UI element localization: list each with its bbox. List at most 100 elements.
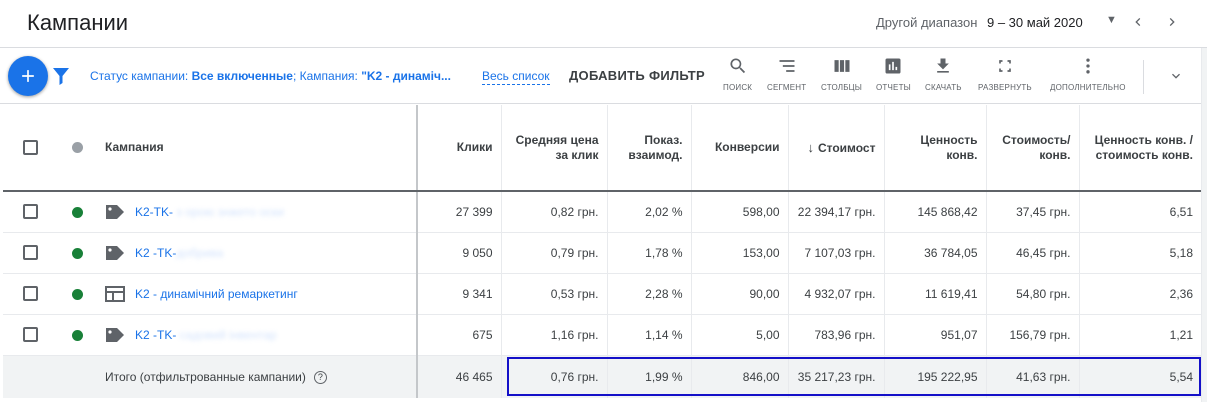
campaign-name-blurred: садовий інвентар — [176, 327, 277, 342]
sort-down-icon: ↓ — [807, 139, 814, 155]
status-enabled-dot[interactable] — [71, 329, 83, 341]
expand-icon — [995, 56, 1015, 76]
campaign-name: K2 -TK- — [135, 245, 177, 260]
campaign-name: K2 - динамічний ремаркетинг — [135, 286, 298, 301]
add-filter-button[interactable]: ДОБАВИТЬ ФИЛЬТР — [569, 68, 705, 83]
expand-label: развернуть — [978, 83, 1032, 92]
total-label: Итого (отфильтрованные кампании) — [105, 369, 306, 384]
cost-cell: 22 394,17 грн. — [787, 191, 884, 233]
clicks-column-header[interactable]: Клики — [416, 105, 501, 192]
table-row: K2 -TK-добрива 9 050 0,79 грн. 1,78 % 15… — [3, 232, 1201, 274]
clicks-cell: 27 399 — [416, 191, 501, 233]
top-bar: Кампании Другой диапазон 9 – 30 май 2020… — [0, 0, 1207, 48]
scrollbar[interactable] — [1201, 48, 1207, 402]
campaign-column-header[interactable]: Кампания — [97, 105, 417, 192]
status-enabled-dot[interactable] — [71, 288, 83, 300]
row-checkbox[interactable] — [22, 327, 38, 343]
cost-per-conv-cell: 46,45 грн. — [985, 232, 1079, 274]
table-row: K2-TK- з орою знжето оски 27 399 0,82 гр… — [3, 191, 1201, 233]
campaign-name-link[interactable]: K2 -TK-добрива — [135, 246, 223, 260]
campaign-cell: K2-TK- з орою знжето оски — [97, 191, 417, 233]
add-campaign-button[interactable] — [8, 56, 48, 96]
cost-column-header[interactable]: ↓ Стоимост — [787, 105, 884, 192]
campaign-cell: K2 -TK- садовий інвентар — [97, 314, 417, 356]
total-cost-cell: 35 217,23 грн. — [787, 355, 884, 398]
plus-icon — [22, 70, 34, 82]
reports-button[interactable]: отчеты — [876, 56, 911, 100]
chevron-down-icon[interactable] — [1166, 66, 1186, 86]
avg-cpc-cell: 0,53 грн. — [500, 273, 607, 315]
cost-per-conv-column-header[interactable]: Стоимость/ конв. — [985, 105, 1079, 192]
download-button[interactable]: скачать — [925, 56, 962, 100]
cost-cell: 7 107,03 грн. — [787, 232, 884, 274]
select-all-cell — [3, 105, 57, 192]
value-per-cost-cell: 1,21 — [1078, 314, 1201, 356]
search-button[interactable]: поиск — [723, 56, 752, 100]
more-vert-icon — [1078, 56, 1098, 76]
row-select-cell — [3, 314, 57, 356]
interaction-rate-cell: 1,14 % — [606, 314, 691, 356]
segment-button[interactable]: сегмент — [767, 56, 806, 100]
search-icon — [728, 56, 748, 76]
table-toolbar: Статус кампании: Все включенные; Кампани… — [0, 48, 1207, 104]
total-clicks-cell: 46 465 — [416, 355, 501, 398]
columns-icon — [832, 56, 852, 76]
value-per-cost-column-header[interactable]: Ценность конв. / стоимость конв. — [1078, 105, 1201, 192]
select-all-checkbox[interactable] — [22, 140, 38, 156]
conversions-column-header[interactable]: Конверсии — [690, 105, 788, 192]
total-value-per-cost-cell: 5,54 — [1078, 355, 1201, 398]
status-cell — [57, 232, 97, 274]
more-button[interactable]: дополнительно — [1050, 56, 1126, 100]
more-label: дополнительно — [1050, 83, 1126, 92]
value-per-cost-cell: 6,51 — [1078, 191, 1201, 233]
download-icon — [933, 56, 953, 76]
chevron-left-icon[interactable] — [1126, 10, 1150, 34]
row-select-cell — [3, 273, 57, 315]
cost-per-conv-cell: 54,80 грн. — [985, 273, 1079, 315]
interaction-rate-cell: 2,28 % — [606, 273, 691, 315]
cost-cell: 783,96 грн. — [787, 314, 884, 356]
conv-value-cell: 36 784,05 — [883, 232, 986, 274]
campaign-name: K2 -TK- — [135, 327, 177, 342]
row-checkbox[interactable] — [22, 286, 38, 302]
filter-icon[interactable] — [52, 66, 70, 86]
expand-button[interactable]: развернуть — [978, 56, 1032, 100]
table-row: K2 -TK- садовий інвентар 675 1,16 грн. 1… — [3, 314, 1201, 356]
conversions-cell: 598,00 — [690, 191, 788, 233]
display-icon — [105, 285, 125, 302]
row-checkbox[interactable] — [22, 245, 38, 261]
filter-status-label: Статус кампании: — [90, 69, 192, 83]
segment-label: сегмент — [767, 83, 807, 92]
status-enabled-dot[interactable] — [71, 247, 83, 259]
chevron-right-icon[interactable] — [1160, 10, 1184, 34]
row-select-cell — [3, 232, 57, 274]
caret-down-icon[interactable]: ▼ — [1106, 14, 1117, 26]
clicks-cell: 675 — [416, 314, 501, 356]
columns-button[interactable]: столбцы — [821, 56, 862, 100]
interaction-rate-cell: 2,02 % — [606, 191, 691, 233]
date-range-label: Другой диапазон — [876, 15, 978, 30]
conv-value-cell: 951,07 — [883, 314, 986, 356]
total-row: Итого (отфильтрованные кампании)? 46 465… — [3, 355, 1201, 398]
interaction-rate-column-header[interactable]: Показ. взаимод. — [606, 105, 691, 192]
row-checkbox[interactable] — [22, 204, 38, 220]
help-icon[interactable]: ? — [313, 370, 327, 384]
status-header-dot — [71, 142, 83, 154]
table-row: K2 - динамічний ремаркетинг 9 341 0,53 г… — [3, 273, 1201, 315]
campaign-name-link[interactable]: K2 -TK- садовий інвентар — [135, 328, 277, 342]
row-select-cell — [3, 191, 57, 233]
avg-cpc-cell: 1,16 грн. — [500, 314, 607, 356]
avg-cpc-column-header[interactable]: Средняя цена за клик — [500, 105, 607, 192]
date-range-selector[interactable]: 9 – 30 май 2020 — [987, 15, 1083, 30]
all-list-link[interactable]: Весь список — [482, 69, 550, 85]
campaign-name-link[interactable]: K2-TK- з орою знжето оски — [135, 205, 284, 219]
conversions-cell: 90,00 — [690, 273, 788, 315]
campaign-name-link[interactable]: K2 - динамічний ремаркетинг — [135, 287, 298, 301]
status-enabled-dot[interactable] — [71, 207, 83, 219]
campaign-cell: K2 -TK-добрива — [97, 232, 417, 274]
conv-value-column-header[interactable]: Ценность конв. — [883, 105, 986, 192]
search-label: поиск — [723, 83, 753, 92]
total-spacer-cell — [57, 355, 97, 398]
page-title: Кампании — [27, 10, 129, 35]
active-filters[interactable]: Статус кампании: Все включенные; Кампани… — [90, 69, 475, 83]
